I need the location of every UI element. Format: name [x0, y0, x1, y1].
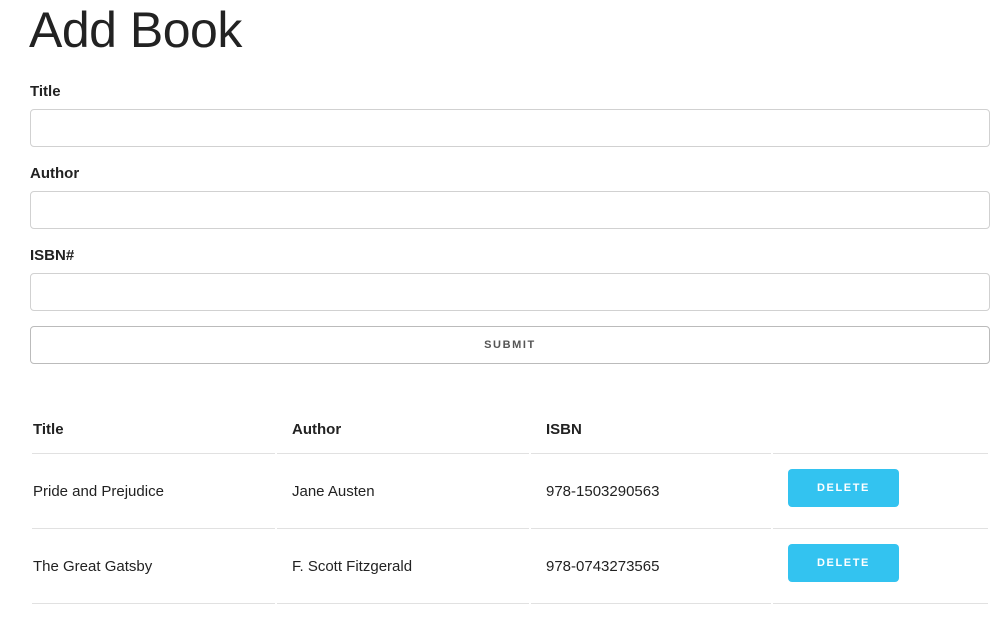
table-row: The Great Gatsby F. Scott Fitzgerald 978…	[32, 529, 988, 604]
book-isbn-cell: 978-0743273565	[531, 529, 771, 604]
table-header-row: Title Author ISBN	[32, 405, 988, 454]
isbn-label: ISBN#	[30, 247, 75, 264]
book-list: Pride and Prejudice Jane Austen 978-1503…	[32, 454, 988, 604]
book-title-cell: The Great Gatsby	[32, 529, 275, 604]
table-row: Pride and Prejudice Jane Austen 978-1503…	[32, 454, 988, 529]
book-list-table: Title Author ISBN Pride and Prejudice Ja…	[30, 405, 990, 604]
book-isbn-cell: 978-1503290563	[531, 454, 771, 529]
book-title-cell: Pride and Prejudice	[32, 454, 275, 529]
title-input[interactable]	[30, 109, 990, 147]
column-header-isbn: ISBN	[531, 405, 771, 454]
book-action-cell: DELETE	[773, 454, 988, 529]
column-header-action	[773, 405, 988, 454]
page-title: Add Book	[29, 2, 242, 58]
book-author-cell: Jane Austen	[277, 454, 529, 529]
author-input[interactable]	[30, 191, 990, 229]
column-header-title: Title	[32, 405, 275, 454]
delete-button[interactable]: DELETE	[788, 544, 899, 582]
delete-button[interactable]: DELETE	[788, 469, 899, 507]
submit-button[interactable]: SUBMIT	[30, 326, 990, 364]
table-header: Title Author ISBN	[32, 405, 988, 454]
page: Add Book Title Author ISBN# SUBMIT Title…	[0, 0, 1004, 619]
author-label: Author	[30, 165, 80, 182]
book-action-cell: DELETE	[773, 529, 988, 604]
book-author-cell: F. Scott Fitzgerald	[277, 529, 529, 604]
column-header-author: Author	[277, 405, 529, 454]
isbn-input[interactable]	[30, 273, 990, 311]
title-label: Title	[30, 83, 61, 100]
